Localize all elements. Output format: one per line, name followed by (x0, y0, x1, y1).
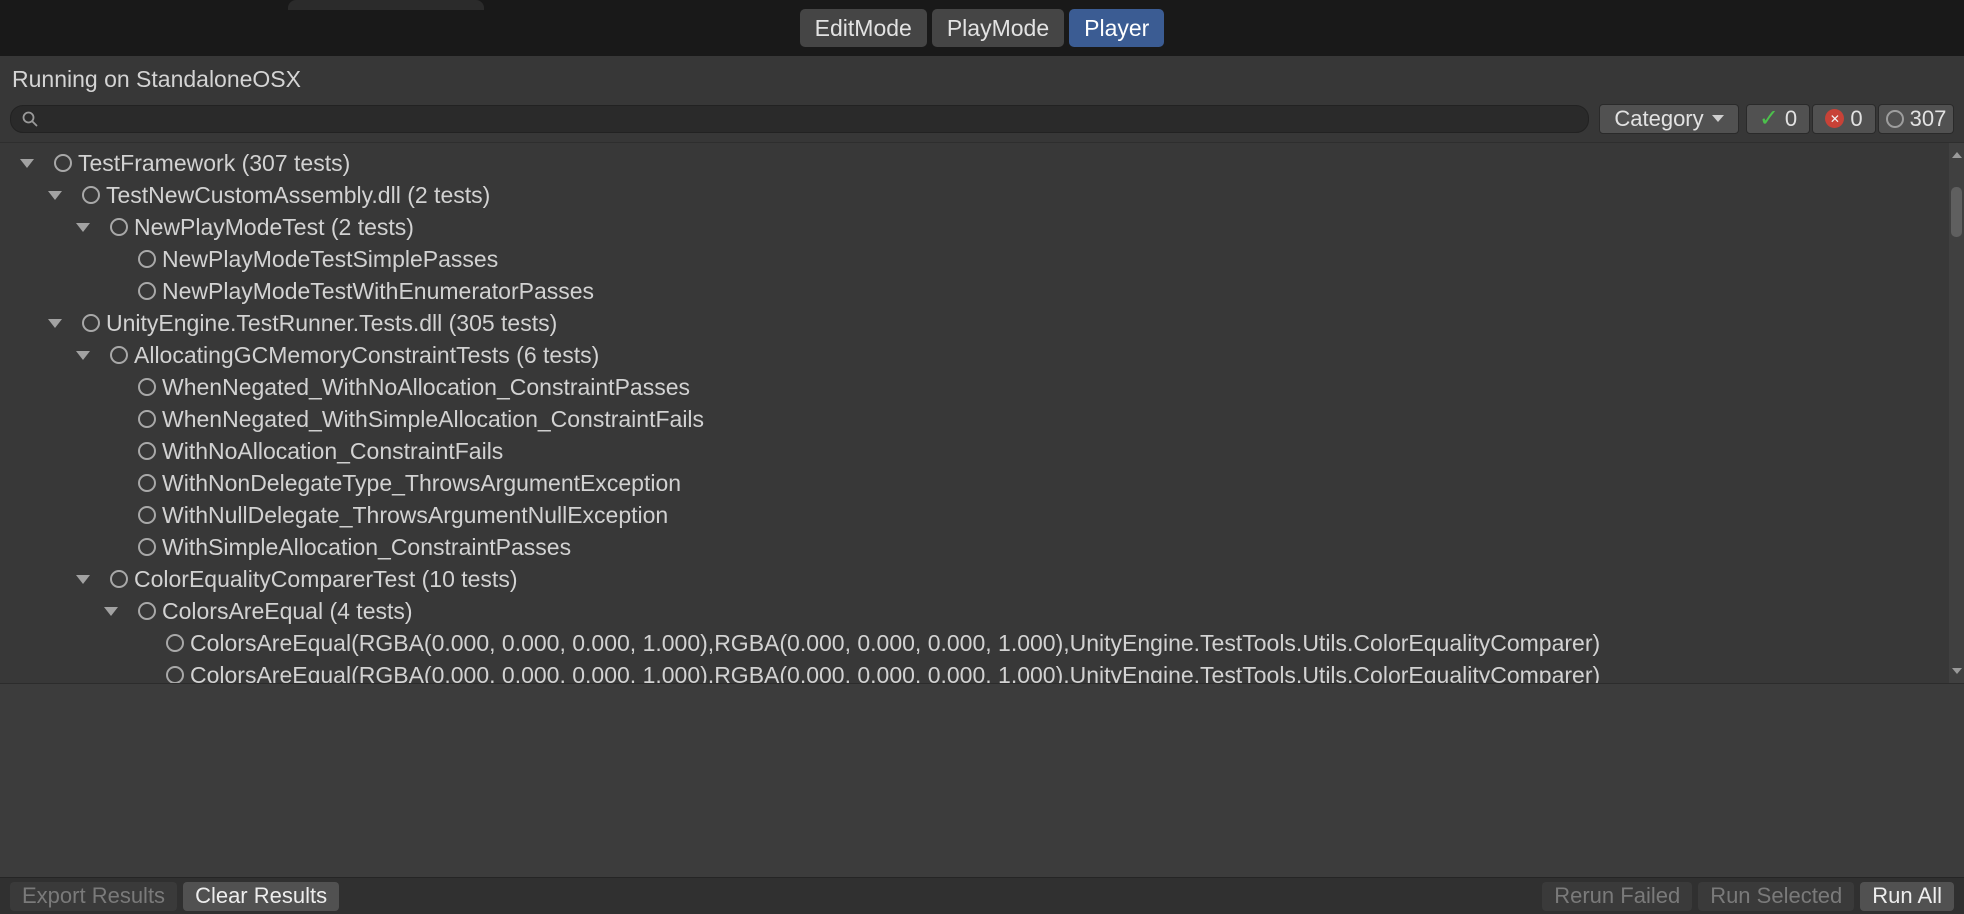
mode-tab-group: EditMode PlayMode Player (800, 9, 1165, 47)
tree-row[interactable]: TestFramework (307 tests) (0, 147, 1949, 179)
foldout-caret-icon[interactable] (76, 575, 90, 584)
tab-editmode[interactable]: EditMode (800, 9, 927, 47)
fail-icon: ✕ (1825, 109, 1844, 128)
tree-row-label: WhenNegated_WithSimpleAllocation_Constra… (162, 406, 704, 433)
run-all-button[interactable]: Run All (1860, 882, 1954, 911)
test-status-circle-icon (54, 154, 72, 172)
passed-filter-button[interactable]: ✓ 0 (1746, 104, 1810, 134)
search-input[interactable] (45, 107, 1578, 130)
tree-row-label: NewPlayModeTest (2 tests) (134, 214, 414, 241)
chevron-down-icon (1712, 115, 1724, 122)
test-status-circle-icon (110, 570, 128, 588)
status-row: Running on StandaloneOSX (0, 56, 1964, 103)
tab-player[interactable]: Player (1069, 9, 1164, 47)
test-detail-pane (0, 684, 1964, 877)
passed-count: 0 (1785, 106, 1797, 132)
tree-row-label: WithNullDelegate_ThrowsArgumentNullExcep… (162, 502, 668, 529)
tree-row[interactable]: WithSimpleAllocation_ConstraintPasses (0, 531, 1949, 563)
scroll-down-arrow-icon[interactable] (1949, 661, 1964, 681)
test-status-circle-icon (166, 634, 184, 652)
foldout-caret-icon[interactable] (76, 223, 90, 232)
export-results-button[interactable]: Export Results (10, 882, 177, 911)
foldout-caret-icon[interactable] (20, 159, 34, 168)
failed-filter-button[interactable]: ✕ 0 (1812, 104, 1876, 134)
test-status-circle-icon (138, 410, 156, 428)
tree-row-label: ColorEqualityComparerTest (10 tests) (134, 566, 517, 593)
tree-row[interactable]: ColorsAreEqual (4 tests) (0, 595, 1949, 627)
foldout-caret-icon[interactable] (76, 351, 90, 360)
tree-row-label: TestFramework (307 tests) (78, 150, 350, 177)
category-dropdown[interactable]: Category (1599, 104, 1739, 134)
test-status-circle-icon (82, 314, 100, 332)
rerun-failed-button[interactable]: Rerun Failed (1542, 882, 1692, 911)
test-status-circle-icon (138, 282, 156, 300)
foldout-caret-icon[interactable] (48, 191, 62, 200)
circle-outline-icon (1886, 110, 1904, 128)
test-tree-pane: TestFramework (307 tests) TestNewCustomA… (0, 143, 1964, 684)
tree-row[interactable]: ColorEqualityComparerTest (10 tests) (0, 563, 1949, 595)
running-platform-label: Running on StandaloneOSX (12, 66, 301, 93)
test-status-circle-icon (110, 218, 128, 236)
foldout-caret-icon[interactable] (104, 607, 118, 616)
tree-row[interactable]: NewPlayModeTestWithEnumeratorPasses (0, 275, 1949, 307)
run-selected-button[interactable]: Run Selected (1698, 882, 1854, 911)
tree-row-label: AllocatingGCMemoryConstraintTests (6 tes… (134, 342, 599, 369)
scrollbar-thumb[interactable] (1951, 187, 1962, 237)
tree-row[interactable]: AllocatingGCMemoryConstraintTests (6 tes… (0, 339, 1949, 371)
tree-row[interactable]: NewPlayModeTestSimplePasses (0, 243, 1949, 275)
tree-row[interactable]: ColorsAreEqual(RGBA(0.000, 0.000, 0.000,… (0, 659, 1949, 683)
tree-row-label: NewPlayModeTestSimplePasses (162, 246, 498, 273)
tree-row-label: WithSimpleAllocation_ConstraintPasses (162, 534, 571, 561)
check-icon: ✓ (1759, 107, 1779, 131)
clear-results-button[interactable]: Clear Results (183, 882, 339, 911)
tab-playmode[interactable]: PlayMode (932, 9, 1064, 47)
test-status-circle-icon (138, 538, 156, 556)
tree-row-label: TestNewCustomAssembly.dll (2 tests) (106, 182, 490, 209)
tree-row[interactable]: WithNoAllocation_ConstraintFails (0, 435, 1949, 467)
tree-row-label: NewPlayModeTestWithEnumeratorPasses (162, 278, 594, 305)
test-status-circle-icon (138, 602, 156, 620)
tree-row[interactable]: WithNonDelegateType_ThrowsArgumentExcept… (0, 467, 1949, 499)
footer-bar: Export Results Clear Results Rerun Faile… (0, 877, 1964, 914)
tree-row-label: ColorsAreEqual(RGBA(0.000, 0.000, 0.000,… (190, 662, 1600, 684)
tree-row[interactable]: NewPlayModeTest (2 tests) (0, 211, 1949, 243)
test-status-circle-icon (138, 506, 156, 524)
tree-row-label: WithNonDelegateType_ThrowsArgumentExcept… (162, 470, 681, 497)
toolbar: Category ✓ 0 ✕ 0 307 (0, 103, 1964, 143)
not-run-count: 307 (1910, 106, 1947, 132)
tree-row[interactable]: ColorsAreEqual(RGBA(0.000, 0.000, 0.000,… (0, 627, 1949, 659)
test-runner-window: EditMode PlayMode Player Running on Stan… (0, 0, 1964, 914)
search-icon (21, 110, 39, 128)
test-tree: TestFramework (307 tests) TestNewCustomA… (0, 143, 1949, 683)
tree-row-label: UnityEngine.TestRunner.Tests.dll (305 te… (106, 310, 557, 337)
test-status-circle-icon (138, 378, 156, 396)
tree-row[interactable]: WhenNegated_WithSimpleAllocation_Constra… (0, 403, 1949, 435)
foldout-caret-icon[interactable] (48, 319, 62, 328)
window-dock-tab[interactable] (288, 0, 484, 10)
tree-row[interactable]: WhenNegated_WithNoAllocation_ConstraintP… (0, 371, 1949, 403)
vertical-scrollbar[interactable] (1949, 143, 1964, 683)
test-status-circle-icon (110, 346, 128, 364)
tree-row-label: WhenNegated_WithNoAllocation_ConstraintP… (162, 374, 690, 401)
top-tab-bar: EditMode PlayMode Player (0, 0, 1964, 56)
scroll-up-arrow-icon[interactable] (1949, 145, 1964, 165)
tree-row[interactable]: TestNewCustomAssembly.dll (2 tests) (0, 179, 1949, 211)
test-status-circle-icon (82, 186, 100, 204)
tree-row-label: ColorsAreEqual(RGBA(0.000, 0.000, 0.000,… (190, 630, 1600, 657)
test-status-circle-icon (138, 442, 156, 460)
tree-row[interactable]: UnityEngine.TestRunner.Tests.dll (305 te… (0, 307, 1949, 339)
test-status-circle-icon (138, 250, 156, 268)
test-status-circle-icon (166, 666, 184, 683)
tree-row-label: WithNoAllocation_ConstraintFails (162, 438, 503, 465)
test-status-circle-icon (138, 474, 156, 492)
not-run-filter-button[interactable]: 307 (1878, 104, 1954, 134)
category-dropdown-label: Category (1614, 106, 1703, 132)
search-field[interactable] (10, 105, 1589, 133)
tree-row-label: ColorsAreEqual (4 tests) (162, 598, 413, 625)
failed-count: 0 (1850, 106, 1862, 132)
tree-row[interactable]: WithNullDelegate_ThrowsArgumentNullExcep… (0, 499, 1949, 531)
